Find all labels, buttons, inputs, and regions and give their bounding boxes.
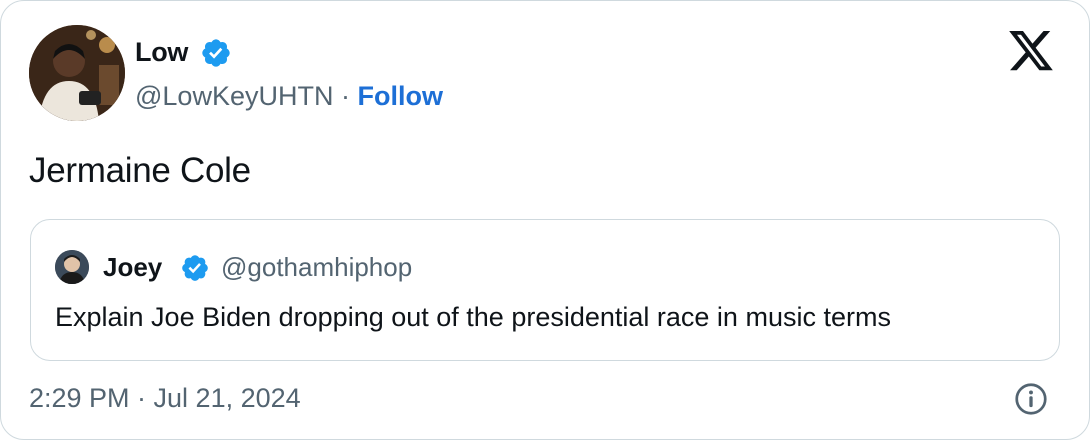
quoted-author-avatar[interactable] — [55, 250, 89, 284]
quoted-verified-badge-icon — [182, 255, 208, 281]
author-handle-row: @LowKeyUHTN · Follow — [135, 81, 443, 112]
author-name[interactable]: Low — [135, 37, 188, 68]
author-avatar[interactable] — [29, 25, 125, 121]
author-handle[interactable]: @LowKeyUHTN — [135, 81, 333, 111]
x-logo-icon[interactable] — [1009, 31, 1053, 71]
quoted-tweet-text: Explain Joe Biden dropping out of the pr… — [55, 302, 891, 332]
info-icon[interactable] — [1013, 381, 1049, 417]
quoted-author-handle[interactable]: @gothamhiphop — [221, 252, 412, 283]
quoted-author-name[interactable]: Joey — [103, 252, 162, 283]
tweet-text: Jermaine Cole — [29, 151, 251, 190]
tweet-timestamp[interactable]: 2:29 PM · Jul 21, 2024 — [29, 383, 301, 414]
follow-button[interactable]: Follow — [357, 81, 442, 111]
tweet-card: Low @LowKeyUHTN · Follow Jermaine Cole J… — [0, 0, 1090, 440]
handle-separator: · — [340, 81, 350, 111]
verified-badge-icon — [202, 39, 230, 67]
quoted-tweet[interactable]: Joey @gothamhiphop Explain Joe Biden dro… — [30, 219, 1060, 361]
